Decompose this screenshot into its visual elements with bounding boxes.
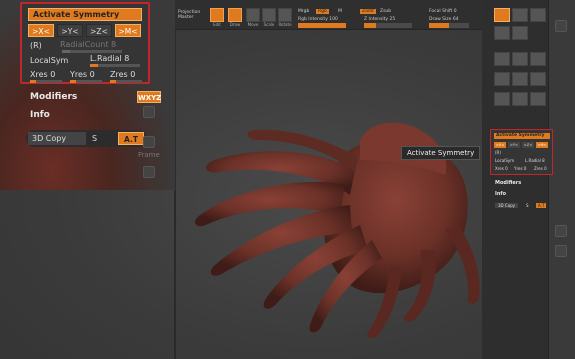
subtool-slot-1[interactable]: [494, 52, 510, 66]
lradial-slider[interactable]: L.Radial 8: [90, 54, 129, 63]
z-axis-button[interactable]: >Z<: [86, 24, 112, 37]
zres-track[interactable]: [110, 80, 142, 83]
top-toolbar: Projection Master Edit Draw Move Scale Ro…: [174, 0, 482, 30]
right-shelf-icon-1[interactable]: [555, 20, 567, 32]
tooltip-text: Activate Symmetry: [407, 149, 475, 157]
right-tray: Modifiers Info 3D Copy S A.T: [482, 0, 575, 359]
rgb-intensity-track[interactable]: [298, 23, 346, 28]
tool-slot-5[interactable]: [512, 26, 528, 40]
yres-track[interactable]: [70, 80, 102, 83]
lradial-track[interactable]: [90, 64, 140, 67]
subtool-slot-4[interactable]: [494, 72, 510, 86]
mrgb-button[interactable]: Mrgb: [298, 9, 309, 14]
right-activate-symmetry-button[interactable]: Activate Symmetry: [494, 133, 550, 139]
rotate-label: Rotate: [278, 22, 292, 27]
local-icon[interactable]: [143, 106, 155, 118]
symmetry-subpalette: Activate Symmetry >X< >Y< >Z< >M< (R) Ra…: [20, 2, 150, 84]
right-y-axis-button[interactable]: >Y<: [508, 142, 520, 148]
x-axis-button[interactable]: >X<: [28, 24, 54, 37]
tool-slot-2[interactable]: [512, 8, 528, 22]
zoomed-tool-palette: Activate Symmetry >X< >Y< >Z< >M< (R) Ra…: [0, 0, 175, 190]
right-3d-copy-button[interactable]: 3D Copy: [495, 203, 519, 208]
symmetry-tooltip: Activate Symmetry X: [401, 146, 489, 160]
edit-button[interactable]: [210, 8, 224, 22]
subtool-slot-2[interactable]: [512, 52, 528, 66]
focal-shift-slider[interactable]: Focal Shift 0: [429, 9, 457, 14]
projection-master-button[interactable]: Projection Master: [178, 10, 200, 20]
draw-label: Draw: [229, 22, 241, 27]
radial-count-track[interactable]: [62, 50, 122, 53]
subtool-slot-8[interactable]: [512, 92, 528, 106]
m-axis-button[interactable]: >M<: [115, 24, 141, 37]
tool-slot-4[interactable]: [494, 26, 510, 40]
tool-slot-1[interactable]: [494, 8, 510, 22]
subtool-slot-5[interactable]: [512, 72, 528, 86]
rotate-button[interactable]: [278, 8, 292, 22]
right-lradial-slider[interactable]: L.Radial 8: [525, 158, 545, 163]
y-axis-button[interactable]: >Y<: [57, 24, 83, 37]
subtool-slot-9[interactable]: [530, 92, 546, 106]
tool-slot-3[interactable]: [530, 8, 546, 22]
m-button[interactable]: M: [338, 9, 342, 14]
rgb-intensity-slider[interactable]: Rgb Intensity 100: [298, 17, 338, 22]
right-shelf-icon-2[interactable]: [555, 225, 567, 237]
copy-s-button[interactable]: S: [88, 132, 116, 145]
radial-r-button[interactable]: (R): [30, 41, 42, 50]
right-localsym-button[interactable]: LocalSym: [495, 158, 514, 163]
right-x-axis-button[interactable]: >X<: [494, 142, 506, 148]
zsub-button[interactable]: Zsub: [380, 9, 391, 14]
activate-symmetry-button[interactable]: Activate Symmetry: [28, 8, 142, 21]
frame-label: Frame: [138, 151, 160, 159]
subtool-slot-3[interactable]: [530, 52, 546, 66]
radial-count-slider[interactable]: RadialCount 8: [60, 40, 116, 49]
frame-icon[interactable]: [143, 136, 155, 148]
modifiers-subpalette[interactable]: Modifiers: [30, 92, 77, 102]
right-m-axis-button[interactable]: >M<: [536, 142, 548, 148]
draw-size-slider[interactable]: Draw Size 64: [429, 17, 459, 22]
right-modifiers-subpalette[interactable]: Modifiers: [495, 180, 521, 186]
right-zres-slider[interactable]: Zres 0: [534, 166, 547, 171]
at-button[interactable]: A.T: [118, 132, 144, 145]
subtool-slot-6[interactable]: [530, 72, 546, 86]
right-xres-slider[interactable]: Xres 0: [495, 166, 508, 171]
edit-label: Edit: [213, 22, 221, 27]
subtool-slot-7[interactable]: [494, 92, 510, 106]
yres-slider[interactable]: Yres 0: [70, 70, 95, 79]
info-subpalette[interactable]: Info: [30, 110, 50, 120]
z-intensity-track[interactable]: [364, 23, 412, 28]
draw-button[interactable]: [228, 8, 242, 22]
right-at-button[interactable]: A.T: [536, 203, 547, 208]
right-z-axis-button[interactable]: >Z<: [522, 142, 534, 148]
xres-slider[interactable]: Xres 0: [30, 70, 55, 79]
z-intensity-slider[interactable]: Z Intensity 25: [364, 17, 395, 22]
move-label: Move: [247, 22, 259, 27]
scale-label: Scale: [263, 22, 275, 27]
right-yres-slider[interactable]: Yres 0: [514, 166, 526, 171]
zadd-button[interactable]: Zadd: [360, 9, 376, 14]
right-copy-s-button[interactable]: S: [526, 203, 529, 208]
right-shelf: [548, 0, 575, 359]
scale-button[interactable]: [262, 8, 276, 22]
right-shelf-icon-3[interactable]: [555, 245, 567, 257]
draw-size-track[interactable]: [429, 23, 469, 28]
right-radial-r-button[interactable]: (R): [495, 150, 501, 155]
right-info-subpalette[interactable]: Info: [495, 191, 506, 197]
move-icon[interactable]: [143, 166, 155, 178]
move-button[interactable]: [246, 8, 260, 22]
rgb-button[interactable]: Rgb: [316, 9, 329, 14]
right-symmetry-subpalette: Activate Symmetry >X< >Y< >Z< >M< (R) Lo…: [490, 129, 553, 175]
localsym-button[interactable]: LocalSym: [30, 56, 68, 65]
xres-track[interactable]: [30, 80, 62, 83]
wxyz-button[interactable]: WXYZ: [137, 91, 161, 103]
3d-copy-button[interactable]: 3D Copy: [28, 132, 86, 145]
zres-slider[interactable]: Zres 0: [110, 70, 135, 79]
